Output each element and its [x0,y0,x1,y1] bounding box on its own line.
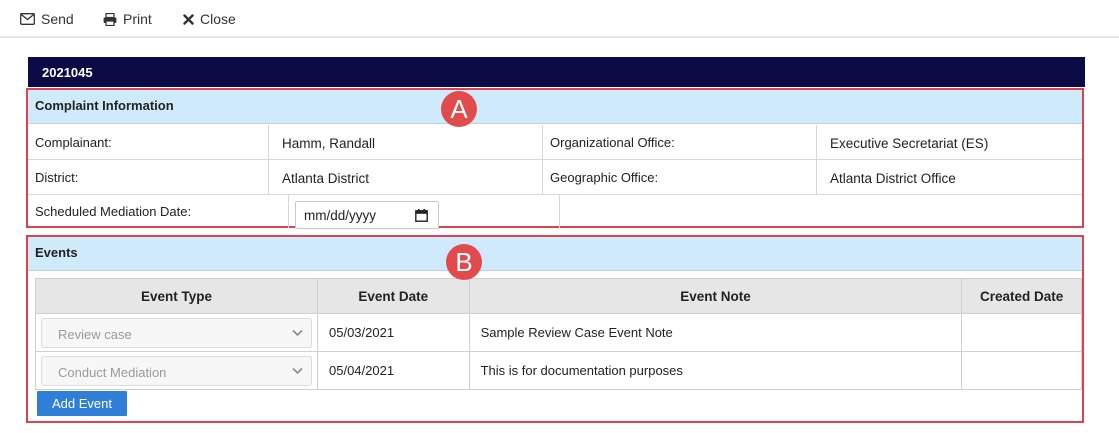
column-header-event-date: Event Date [317,278,470,314]
organizational-office-value: Executive Secretariat (ES) [816,125,1082,159]
complaint-information-heading: Complaint Information [28,90,1082,124]
mediation-row: Scheduled Mediation Date: mm/dd/yyyy [28,195,1082,229]
x-icon [183,13,194,25]
events-table: Event Type Event Date Event Note Created… [35,278,1082,390]
chevron-down-icon [292,367,303,374]
column-header-event-type: Event Type [35,278,318,314]
envelope-icon [20,13,35,25]
created-date-cell [961,313,1082,352]
mediation-date-input[interactable]: mm/dd/yyyy [295,201,439,229]
print-label: Print [123,11,152,27]
event-note-cell: Sample Review Case Event Note [468,313,963,352]
chevron-down-icon [292,329,303,336]
complainant-value: Hamm, Randall [268,125,542,159]
close-label: Close [200,11,236,27]
event-type-cell: Conduct Mediation [35,351,318,390]
geographic-office-value: Atlanta District Office [816,160,1082,194]
send-label: Send [41,11,74,27]
table-row: Conduct Mediation 05/04/2021 This is for… [35,351,1082,390]
district-row: District: Atlanta District Geographic Of… [28,160,1082,195]
district-label: District: [35,170,79,185]
mediation-date-label: Scheduled Mediation Date: [35,204,192,219]
calendar-icon[interactable] [415,209,428,222]
geographic-office-label: Geographic Office: [542,160,816,194]
print-button[interactable]: Print [103,10,152,28]
events-header-row: Event Type Event Date Event Note Created… [35,278,1082,314]
event-type-value: Conduct Mediation [58,364,167,380]
mediation-date-placeholder: mm/dd/yyyy [304,208,377,223]
event-date-cell: 05/03/2021 [317,313,470,352]
table-row: Review case 05/03/2021 Sample Review Cas… [35,313,1082,352]
event-date-cell: 05/04/2021 [317,351,470,390]
created-date-cell [961,351,1082,390]
organizational-office-label: Organizational Office: [542,125,816,159]
complainant-row: Complainant: Hamm, Randall Organizationa… [28,125,1082,160]
annotation-badge-a: A [441,91,477,127]
toolbar: Send Print Close [0,0,1119,38]
column-header-event-note: Event Note [468,278,963,314]
column-header-created-date: Created Date [961,278,1082,314]
printer-icon [103,12,117,26]
case-number-header: 2021045 [28,57,1085,87]
event-type-select[interactable]: Conduct Mediation [41,355,312,386]
event-note-cell: This is for documentation purposes [468,351,963,390]
mediation-empty-cell [559,195,1082,228]
event-type-cell: Review case [35,313,318,352]
close-button[interactable]: Close [183,10,236,28]
add-event-button[interactable]: Add Event [37,391,127,416]
event-type-select[interactable]: Review case [41,317,312,348]
events-section: Events Event Type Event Date Event Note … [26,235,1084,423]
complaint-information-section: Complaint Information Complainant: Hamm,… [26,88,1084,229]
district-value: Atlanta District [268,160,542,194]
complainant-label: Complainant: [35,135,112,150]
send-button[interactable]: Send [20,10,74,28]
mediation-date-cell: mm/dd/yyyy [288,195,559,229]
events-heading: Events [28,237,1082,271]
annotation-badge-b: B [446,244,482,280]
event-type-value: Review case [58,326,132,342]
